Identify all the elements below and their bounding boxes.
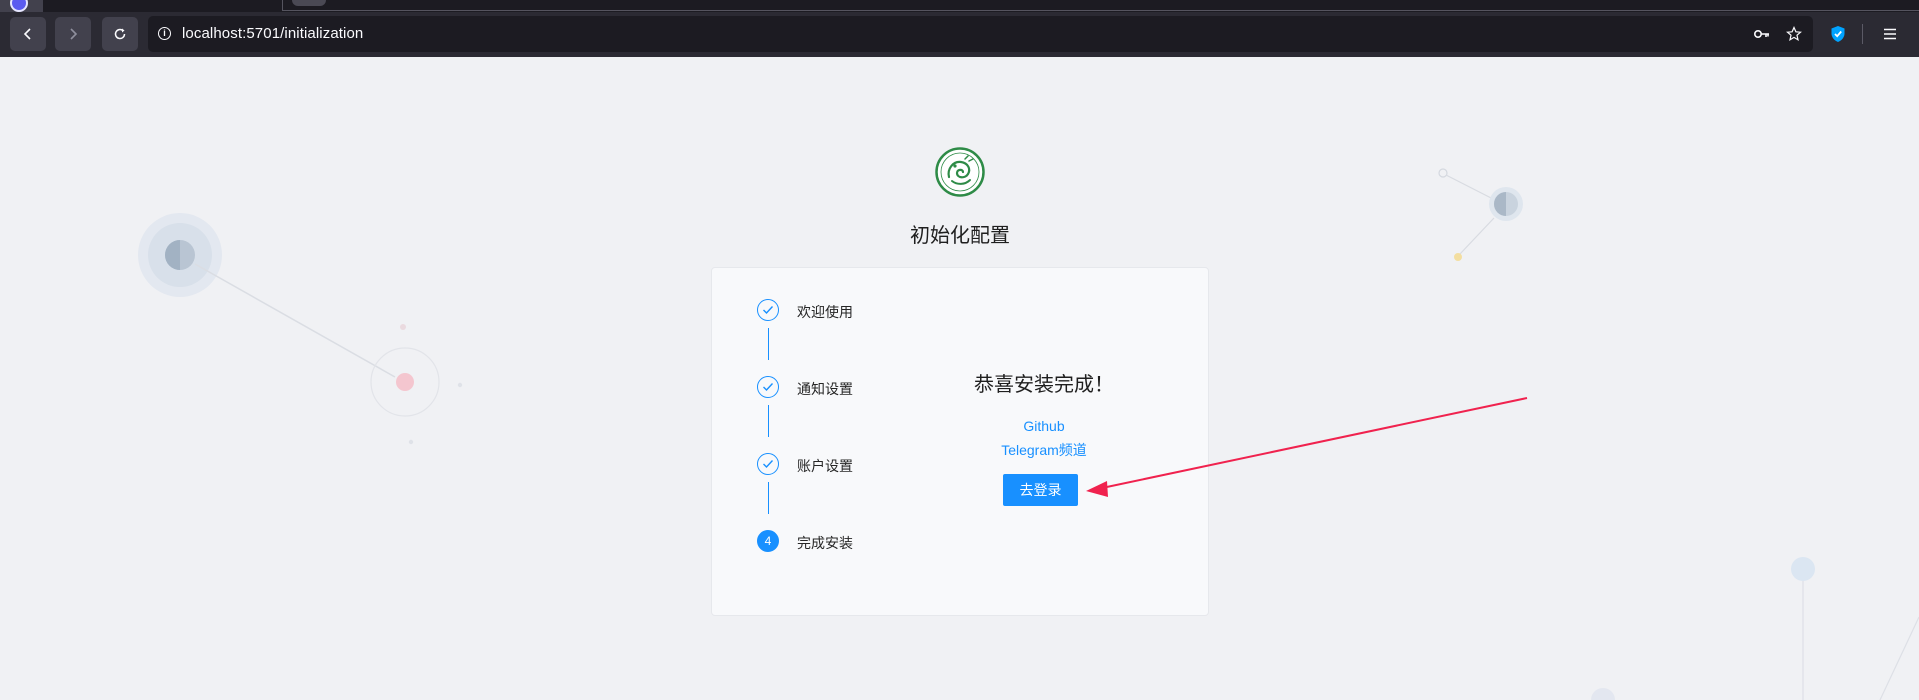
browser-chrome: i localhost:5701/initialization <box>0 0 1919 57</box>
url-text[interactable]: localhost:5701/initialization <box>182 25 363 42</box>
forward-button[interactable] <box>55 17 91 51</box>
shield-extension-icon[interactable] <box>1828 24 1848 44</box>
menu-icon[interactable] <box>1880 24 1900 44</box>
arrow-right-icon <box>70 28 78 40</box>
tab-inactive[interactable] <box>282 0 1919 11</box>
telegram-link[interactable]: Telegram频道 <box>944 440 1144 460</box>
key-icon[interactable] <box>1752 24 1772 44</box>
step-account: 账户设置 <box>757 453 897 477</box>
step-welcome: 欢迎使用 <box>757 299 897 323</box>
step-notification: 通知设置 <box>757 376 897 400</box>
step-connector <box>768 482 769 514</box>
github-link[interactable]: Github <box>944 418 1144 434</box>
arrow-left-icon <box>23 28 31 40</box>
page-content: 初始化配置 欢迎使用 通知设置 账户设置 4 完成安装 恭喜安装完成！ Gith… <box>0 57 1919 700</box>
step-connector <box>768 405 769 437</box>
reload-icon <box>114 28 126 40</box>
tab-favicon-icon <box>10 0 28 12</box>
step-label: 账户设置 <box>797 458 853 474</box>
reload-button[interactable] <box>102 17 138 51</box>
step-check-icon <box>757 299 779 321</box>
step-connector <box>768 328 769 360</box>
step-check-icon <box>757 376 779 398</box>
page-title: 初始化配置 <box>910 225 1010 247</box>
tab-strip <box>0 0 1919 12</box>
setup-card: 欢迎使用 通知设置 账户设置 4 完成安装 恭喜安装完成！ Github Tel… <box>711 267 1209 616</box>
bookmark-star-icon[interactable] <box>1784 24 1804 44</box>
step-finish: 4 完成安装 <box>757 530 897 554</box>
dragon-logo-icon <box>935 147 985 197</box>
step-label: 完成安装 <box>797 535 853 551</box>
step-check-icon <box>757 453 779 475</box>
step-label: 通知设置 <box>797 381 853 397</box>
toolbar-divider <box>1862 24 1863 44</box>
tab-active[interactable] <box>0 0 43 12</box>
back-button[interactable] <box>10 17 46 51</box>
site-info-icon[interactable]: i <box>158 27 171 40</box>
tab-inactive-handle[interactable] <box>292 0 326 6</box>
step-number: 4 <box>757 530 779 552</box>
step-label: 欢迎使用 <box>797 304 853 320</box>
result-title: 恭喜安装完成！ <box>974 374 1114 396</box>
login-button[interactable]: 去登录 <box>1003 474 1078 506</box>
url-bar[interactable]: i localhost:5701/initialization <box>148 16 1813 52</box>
